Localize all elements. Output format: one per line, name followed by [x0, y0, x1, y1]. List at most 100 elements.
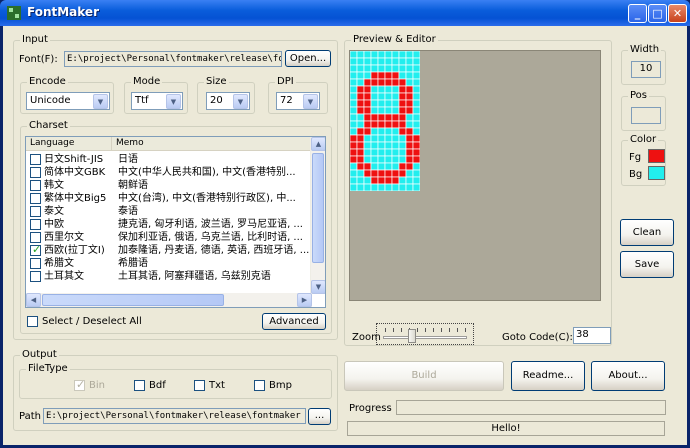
- glyph-pixel[interactable]: [350, 176, 358, 185]
- glyph-pixel[interactable]: [391, 78, 400, 87]
- glyph-pixel[interactable]: [391, 176, 400, 185]
- glyph-pixel[interactable]: [398, 113, 407, 122]
- glyph-pixel[interactable]: [384, 141, 393, 150]
- glyph-pixel[interactable]: [377, 78, 386, 87]
- scroll-up-icon[interactable]: ▲: [311, 137, 325, 151]
- glyph-pixel[interactable]: [356, 92, 365, 101]
- glyph-pixel[interactable]: [370, 106, 379, 115]
- glyph-pixel[interactable]: [398, 51, 407, 59]
- glyph-pixel[interactable]: [405, 113, 414, 122]
- filetype-bmp-checkbox[interactable]: [254, 380, 265, 391]
- row-checkbox[interactable]: [30, 193, 41, 204]
- list-item[interactable]: 韩文 朝鲜语: [26, 179, 312, 192]
- glyph-pixel[interactable]: [391, 106, 400, 115]
- glyph-pixel[interactable]: [377, 71, 386, 80]
- glyph-pixel[interactable]: [377, 134, 386, 143]
- glyph-pixel[interactable]: [370, 78, 379, 87]
- glyph-pixel[interactable]: [412, 51, 420, 59]
- glyph-pixel[interactable]: [363, 120, 372, 129]
- glyph-pixel[interactable]: [377, 127, 386, 136]
- glyph-pixel[interactable]: [356, 134, 365, 143]
- glyph-pixel[interactable]: [412, 148, 420, 157]
- glyph-pixel[interactable]: [356, 169, 365, 178]
- glyph-pixel[interactable]: [350, 120, 358, 129]
- glyph-pixel[interactable]: [350, 162, 358, 171]
- glyph-pixel[interactable]: [412, 113, 420, 122]
- glyph-pixel[interactable]: [391, 155, 400, 164]
- glyph-pixel[interactable]: [391, 71, 400, 80]
- minimize-button[interactable]: _: [628, 4, 647, 23]
- scroll-left-icon[interactable]: ◀: [26, 293, 41, 307]
- glyph-pixel[interactable]: [350, 127, 358, 136]
- glyph-pixel[interactable]: [377, 106, 386, 115]
- glyph-pixel[interactable]: [370, 57, 379, 66]
- glyph-pixel[interactable]: [384, 78, 393, 87]
- glyph-pixel[interactable]: [412, 99, 420, 108]
- glyph-pixel[interactable]: [356, 51, 365, 59]
- glyph-pixel[interactable]: [405, 162, 414, 171]
- glyph-pixel[interactable]: [398, 99, 407, 108]
- glyph-pixel[interactable]: [356, 78, 365, 87]
- output-path-field[interactable]: E:\project\Personal\fontmaker\release\fo…: [43, 408, 306, 424]
- glyph-pixel[interactable]: [391, 99, 400, 108]
- glyph-pixel[interactable]: [370, 71, 379, 80]
- vertical-scroll-thumb[interactable]: [312, 153, 324, 263]
- list-item[interactable]: 土耳其文 土耳其语, 阿塞拜疆语, 乌兹别克语: [26, 270, 312, 283]
- glyph-pixel[interactable]: [363, 92, 372, 101]
- glyph-pixel[interactable]: [384, 113, 393, 122]
- glyph-pixel[interactable]: [356, 141, 365, 150]
- glyph-pixel[interactable]: [384, 176, 393, 185]
- glyph-pixel[interactable]: [398, 71, 407, 80]
- filetype-txt-checkbox[interactable]: [194, 380, 205, 391]
- glyph-pixel[interactable]: [363, 99, 372, 108]
- glyph-pixel[interactable]: [350, 57, 358, 66]
- list-item[interactable]: 中欧 捷克语, 匈牙利语, 波兰语, 罗马尼亚语, ...: [26, 218, 312, 231]
- open-button[interactable]: Open...: [285, 50, 331, 67]
- glyph-pixel[interactable]: [370, 92, 379, 101]
- row-checkbox[interactable]: [30, 244, 41, 256]
- glyph-pixel[interactable]: [363, 127, 372, 136]
- glyph-pixel[interactable]: [356, 155, 365, 164]
- glyph-pixel[interactable]: [356, 71, 365, 80]
- glyph-pixel[interactable]: [363, 113, 372, 122]
- dpi-select[interactable]: 72 ▼: [276, 92, 320, 110]
- glyph-pixel[interactable]: [412, 169, 420, 178]
- glyph-pixel[interactable]: [370, 127, 379, 136]
- glyph-pixel[interactable]: [377, 92, 386, 101]
- clean-button[interactable]: Clean: [620, 219, 674, 246]
- glyph-pixel[interactable]: [377, 148, 386, 157]
- glyph-pixel[interactable]: [350, 71, 358, 80]
- glyph-pixel[interactable]: [398, 169, 407, 178]
- glyph-pixel[interactable]: [350, 113, 358, 122]
- scroll-down-icon[interactable]: ▼: [311, 280, 325, 294]
- chevron-down-icon[interactable]: ▼: [93, 94, 108, 109]
- size-select[interactable]: 20 ▼: [206, 92, 250, 110]
- glyph-pixel[interactable]: [356, 183, 365, 191]
- glyph-pixel[interactable]: [412, 120, 420, 129]
- glyph-pixel[interactable]: [398, 85, 407, 94]
- glyph-editor[interactable]: [349, 50, 601, 301]
- glyph-pixel[interactable]: [384, 92, 393, 101]
- glyph-pixel[interactable]: [398, 57, 407, 66]
- glyph-pixel[interactable]: [370, 155, 379, 164]
- list-item[interactable]: 简体中文GBK 中文(中华人民共和国), 中文(香港特别...: [26, 166, 312, 179]
- glyph-pixel[interactable]: [350, 78, 358, 87]
- glyph-pixel[interactable]: [377, 113, 386, 122]
- row-checkbox[interactable]: [30, 154, 41, 165]
- glyph-pixel[interactable]: [356, 162, 365, 171]
- glyph-pixel[interactable]: [405, 92, 414, 101]
- glyph-pixel[interactable]: [350, 85, 358, 94]
- list-item[interactable]: 日文Shift-JIS 日语: [26, 153, 312, 166]
- glyph-pixel[interactable]: [350, 155, 358, 164]
- glyph-pixel[interactable]: [350, 99, 358, 108]
- glyph-pixel[interactable]: [377, 183, 386, 191]
- glyph-pixel[interactable]: [391, 162, 400, 171]
- glyph-pixel[interactable]: [356, 85, 365, 94]
- scroll-right-icon[interactable]: ▶: [297, 293, 312, 307]
- glyph-pixel[interactable]: [412, 141, 420, 150]
- glyph-pixel[interactable]: [398, 92, 407, 101]
- list-item[interactable]: 西里尔文 保加利亚语, 俄语, 乌克兰语, 比利时语, ...: [26, 231, 312, 244]
- row-checkbox[interactable]: [30, 271, 41, 282]
- glyph-pixel[interactable]: [363, 176, 372, 185]
- glyph-pixel[interactable]: [384, 106, 393, 115]
